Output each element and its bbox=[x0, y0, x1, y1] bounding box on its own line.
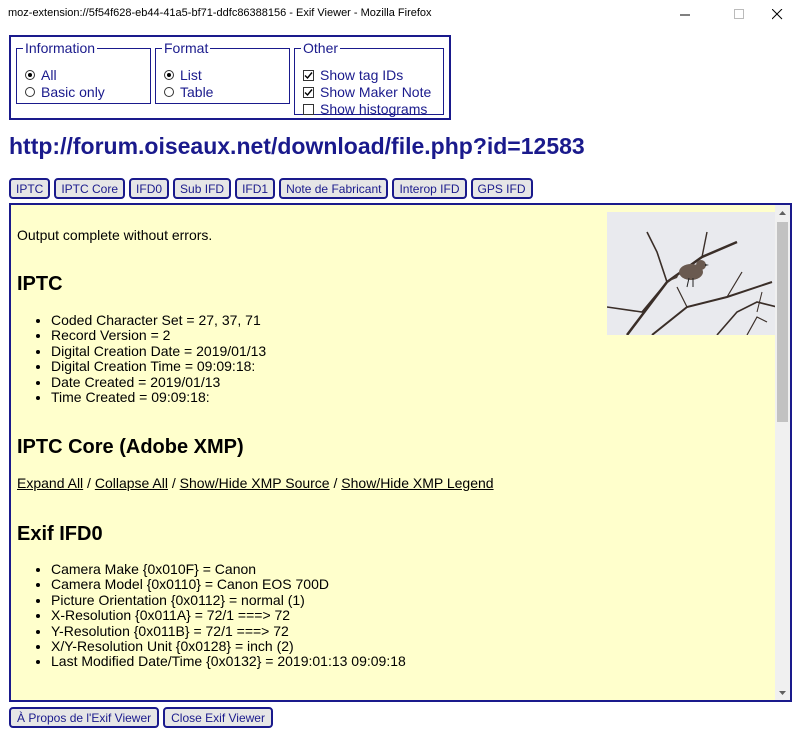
list-item: X/Y-Resolution Unit {0x0128} = inch (2) bbox=[51, 638, 406, 654]
format-table-label: Table bbox=[180, 84, 214, 100]
format-list-option[interactable]: List bbox=[164, 67, 202, 83]
tab-ifd0[interactable]: IFD0 bbox=[129, 178, 170, 199]
show-tag-ids-label: Show tag IDs bbox=[320, 67, 404, 83]
show-histograms-option[interactable]: Show histograms bbox=[303, 101, 427, 117]
format-list-label: List bbox=[180, 67, 202, 83]
tab-iptc[interactable]: IPTC bbox=[9, 178, 51, 199]
expand-all-link[interactable]: Expand All bbox=[17, 475, 83, 491]
about-button[interactable]: À Propos de l'Exif Viewer bbox=[9, 707, 160, 728]
window-title: moz-extension://5f54f628-eb44-41a5-bf71-… bbox=[8, 7, 432, 19]
toggle-xmp-source-link[interactable]: Show/Hide XMP Source bbox=[180, 475, 330, 491]
show-tag-ids-option[interactable]: Show tag IDs bbox=[303, 67, 403, 83]
status-message: Output complete without errors. bbox=[17, 227, 213, 243]
list-item: Picture Orientation {0x0112} = normal (1… bbox=[51, 592, 406, 608]
scroll-down-button[interactable] bbox=[775, 685, 790, 700]
checkbox-icon[interactable] bbox=[303, 103, 314, 115]
iptc-core-heading: IPTC Core (Adobe XMP) bbox=[17, 436, 244, 458]
list-item: Camera Model {0x0110} = Canon EOS 700D bbox=[51, 576, 406, 592]
minimize-icon bbox=[679, 14, 690, 15]
radio-icon[interactable] bbox=[164, 87, 174, 97]
info-basic-option[interactable]: Basic only bbox=[25, 84, 105, 100]
xmp-links: Expand All / Collapse All / Show/Hide XM… bbox=[17, 475, 494, 491]
info-all-label: All bbox=[41, 67, 57, 83]
tab-ifd1[interactable]: IFD1 bbox=[235, 178, 276, 199]
scrollbar-thumb[interactable] bbox=[777, 222, 788, 422]
close-window-button[interactable] bbox=[754, 0, 800, 28]
format-legend: Format bbox=[164, 40, 209, 56]
section-tabs: IPTC IPTC Core IFD0 Sub IFD IFD1 Note de… bbox=[9, 178, 537, 200]
list-item: Camera Make {0x010F} = Canon bbox=[51, 561, 406, 577]
show-histograms-label: Show histograms bbox=[320, 101, 428, 117]
format-group: Format List Table bbox=[155, 41, 290, 104]
toggle-xmp-legend-link[interactable]: Show/Hide XMP Legend bbox=[341, 475, 493, 491]
list-item: Digital Creation Time = 09:09:18: bbox=[51, 358, 266, 374]
link-separator: / bbox=[168, 475, 180, 491]
checkbox-checked-icon[interactable] bbox=[303, 86, 314, 98]
exif-output-panel[interactable]: Output complete without errors. IPTC Cod… bbox=[9, 203, 792, 702]
image-url-heading: http://forum.oiseaux.net/download/file.p… bbox=[9, 133, 585, 159]
tab-maker-note[interactable]: Note de Fabricant bbox=[279, 178, 389, 199]
bird-thumbnail-image bbox=[607, 212, 777, 335]
information-group: Information All Basic only bbox=[16, 41, 151, 104]
ifd0-list: Camera Make {0x010F} = Canon Camera Mode… bbox=[17, 561, 406, 670]
radio-icon[interactable] bbox=[164, 70, 174, 80]
tab-interop-ifd[interactable]: Interop IFD bbox=[392, 178, 467, 199]
arrow-down-icon bbox=[779, 690, 786, 695]
show-maker-note-label: Show Maker Note bbox=[320, 84, 432, 100]
link-separator: / bbox=[329, 475, 342, 491]
list-item: Date Created = 2019/01/13 bbox=[51, 374, 266, 390]
format-table-option[interactable]: Table bbox=[164, 84, 213, 100]
radio-icon[interactable] bbox=[25, 70, 35, 80]
list-item: Last Modified Date/Time {0x0132} = 2019:… bbox=[51, 654, 406, 670]
radio-icon[interactable] bbox=[25, 87, 35, 97]
minimize-button[interactable] bbox=[662, 0, 708, 28]
checkbox-checked-icon[interactable] bbox=[303, 69, 314, 81]
list-item: Y-Resolution {0x011B} = 72/1 ===> 72 bbox=[51, 623, 406, 639]
info-basic-label: Basic only bbox=[41, 84, 105, 100]
list-item: Time Created = 09:09:18: bbox=[51, 389, 266, 405]
iptc-list: Coded Character Set = 27, 37, 71 Record … bbox=[17, 312, 266, 405]
close-icon bbox=[771, 8, 782, 19]
information-legend: Information bbox=[25, 40, 96, 56]
show-maker-note-option[interactable]: Show Maker Note bbox=[303, 84, 431, 100]
tab-gps-ifd[interactable]: GPS IFD bbox=[470, 178, 533, 199]
window-titlebar: moz-extension://5f54f628-eb44-41a5-bf71-… bbox=[0, 0, 800, 28]
other-group: Other Show tag IDs Show Maker Note Show … bbox=[294, 40, 444, 117]
vertical-scrollbar[interactable] bbox=[775, 205, 790, 700]
ifd0-heading: Exif IFD0 bbox=[17, 523, 103, 545]
close-exif-viewer-button[interactable]: Close Exif Viewer bbox=[163, 707, 273, 728]
tab-iptc-core[interactable]: IPTC Core bbox=[54, 178, 126, 199]
list-item: Coded Character Set = 27, 37, 71 bbox=[51, 312, 266, 328]
iptc-heading: IPTC bbox=[17, 273, 63, 295]
options-panel: Information All Basic only Format List T… bbox=[9, 35, 451, 120]
maximize-icon bbox=[733, 8, 744, 19]
scroll-up-button[interactable] bbox=[775, 205, 790, 220]
footer-buttons: À Propos de l'Exif Viewer Close Exif Vie… bbox=[9, 707, 277, 728]
list-item: X-Resolution {0x011A} = 72/1 ===> 72 bbox=[51, 607, 406, 623]
list-item: Record Version = 2 bbox=[51, 327, 266, 343]
other-legend: Other bbox=[303, 40, 339, 56]
arrow-up-icon bbox=[779, 210, 786, 215]
list-item: Digital Creation Date = 2019/01/13 bbox=[51, 343, 266, 359]
tab-sub-ifd[interactable]: Sub IFD bbox=[173, 178, 232, 199]
collapse-all-link[interactable]: Collapse All bbox=[95, 475, 168, 491]
info-all-option[interactable]: All bbox=[25, 67, 57, 83]
link-separator: / bbox=[83, 475, 95, 491]
